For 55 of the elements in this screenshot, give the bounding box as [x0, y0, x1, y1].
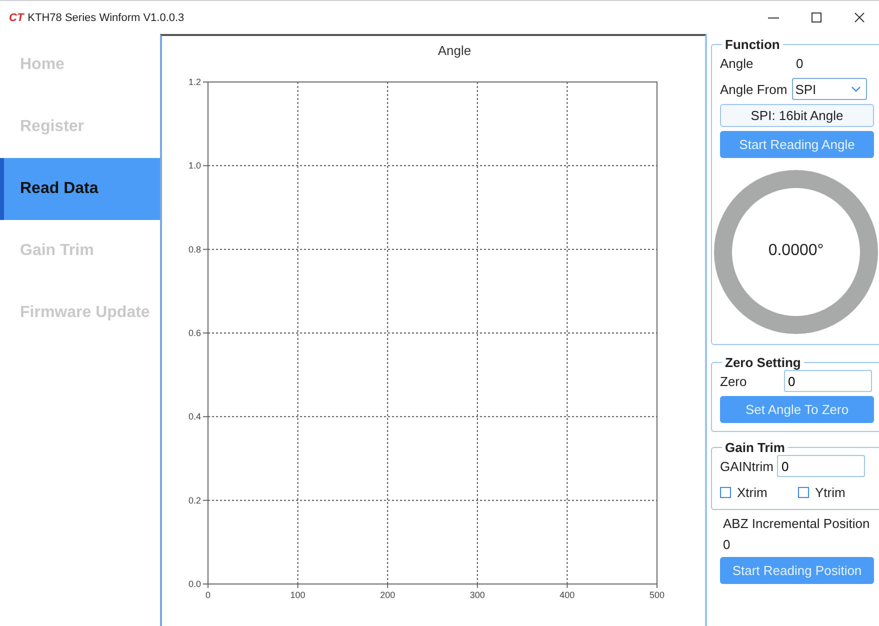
x-tick-label: 200: [380, 584, 396, 600]
x-tick-label: 300: [470, 590, 485, 600]
trim-checkbox[interactable]: Ytrim: [798, 484, 876, 500]
chevron-down-icon: [851, 86, 862, 92]
y-tick-label: 1.2: [188, 77, 208, 87]
group-title: Zero Setting: [724, 355, 802, 370]
x-tick-label: 500: [649, 584, 665, 600]
x-tick-label: 400: [560, 590, 575, 600]
y-tick-label: 0.2: [188, 495, 208, 506]
y-tick-label: 0.6: [188, 328, 201, 338]
gaintrim-input[interactable]: 0: [777, 455, 866, 477]
y-tick-label: 1.0: [188, 160, 201, 171]
mode-display: SPI: 16bit Angle: [720, 104, 874, 127]
y-tick-label: 0.8: [188, 244, 208, 254]
chart-title: Angle: [438, 43, 472, 58]
angle-value: 0: [796, 56, 804, 70]
y-tick-label: 0.2: [188, 495, 201, 506]
x-tick-label: 500: [649, 590, 665, 600]
angle-from-label: Angle From: [720, 82, 788, 96]
source-dropdown[interactable]: SPI: [792, 78, 868, 100]
x-tick-label: 100: [290, 590, 306, 600]
y-tick-label: 0.0: [188, 579, 201, 589]
maximize-icon[interactable]: [811, 12, 822, 23]
x-tick-label: 400: [560, 584, 575, 600]
x-tick-label: 100: [290, 584, 306, 600]
app-logo: CT: [9, 12, 24, 24]
x-tick-label: 300: [470, 584, 485, 600]
checkbox-label: Xtrim: [737, 484, 768, 500]
set-angle-to-zero-button[interactable]: Set Angle To Zero: [720, 396, 874, 423]
x-tick-label: 200: [380, 590, 396, 600]
window-title: KTH78 Series Winform V1.0.0.3: [28, 12, 186, 24]
gaintrim-label: GAINtrim: [720, 458, 774, 474]
start-reading-position-button[interactable]: Start Reading Position: [720, 557, 874, 584]
group-title: Gain Trim: [724, 440, 786, 455]
group-title: Function: [724, 37, 781, 52]
nav-item[interactable]: Read Data: [0, 158, 160, 220]
trim-checkbox[interactable]: Xtrim: [720, 484, 798, 500]
angle-label: Angle: [720, 56, 754, 70]
angle-reading: 0.0000°: [767, 242, 825, 260]
y-tick-label: 0.0: [188, 579, 208, 589]
start-reading-angle-button[interactable]: Start Reading Angle: [720, 131, 874, 158]
position-label: ABZ Incremental Position: [723, 516, 870, 531]
y-tick-label: 1.2: [188, 77, 201, 87]
zero-label: Zero: [720, 374, 748, 388]
x-tick-label: 0: [205, 590, 211, 600]
y-tick-label: 1.0: [188, 160, 208, 171]
x-tick-label: 0: [206, 584, 210, 600]
y-tick-label: 0.4: [188, 412, 208, 422]
y-tick-label: 0.4: [188, 412, 201, 422]
close-icon[interactable]: [854, 12, 865, 23]
zero-input[interactable]: 0: [784, 370, 872, 392]
y-tick-label: 0.6: [188, 328, 208, 338]
position-value: 0: [723, 537, 730, 552]
checkbox-label: Ytrim: [815, 484, 846, 500]
y-tick-label: 0.8: [188, 244, 201, 254]
